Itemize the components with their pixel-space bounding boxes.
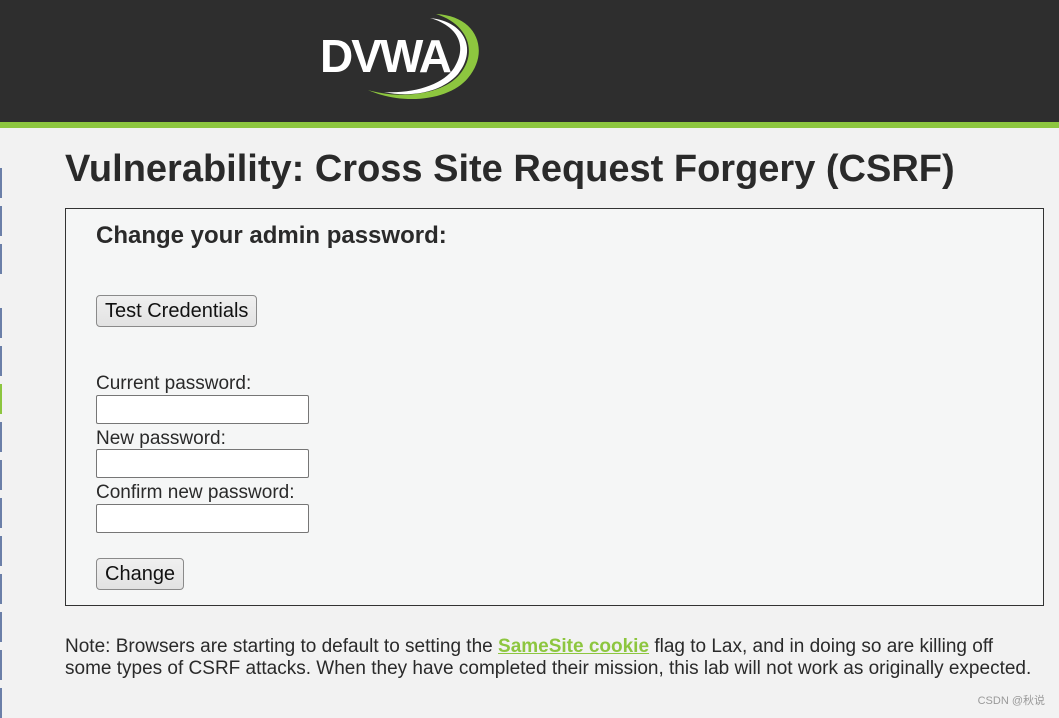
change-button[interactable]: Change <box>96 558 185 590</box>
test-credentials-button[interactable]: Test Credentials <box>96 295 258 327</box>
sidebar-tick <box>0 498 2 528</box>
form-heading: Change your admin password: <box>96 222 447 249</box>
sidebar-tick <box>0 536 2 566</box>
page-title: Vulnerability: Cross Site Request Forger… <box>65 148 955 190</box>
sidebar-tick <box>0 422 2 452</box>
page-header: DVWA <box>0 0 1059 128</box>
dvwa-logo-graphic: DVWA <box>320 14 479 100</box>
new-password-label: New password: <box>96 428 226 449</box>
dvwa-logo: DVWA <box>318 12 480 106</box>
current-password-label: Current password: <box>96 373 252 394</box>
sidebar-tick <box>0 168 2 198</box>
sidebar-tick <box>0 612 2 642</box>
sidebar-tick <box>0 688 2 718</box>
samesite-note: Note: Browsers are starting to default t… <box>65 636 1035 680</box>
sidebar-tick <box>0 346 2 376</box>
sidebar-tick <box>0 460 2 490</box>
csrf-form-panel: Change your admin password: Test Credent… <box>65 208 1044 606</box>
logo-text: DVWA <box>320 30 451 82</box>
confirm-password-field[interactable] <box>96 504 309 533</box>
sidebar-tick <box>0 650 2 680</box>
samesite-cookie-link[interactable]: SameSite cookie <box>498 636 649 657</box>
sidebar-tick <box>0 206 2 236</box>
current-password-field[interactable] <box>96 395 309 424</box>
new-password-field[interactable] <box>96 449 309 478</box>
sidebar-edge <box>0 128 3 718</box>
confirm-password-label: Confirm new password: <box>96 482 295 503</box>
note-text-before: Note: Browsers are starting to default t… <box>65 636 499 657</box>
watermark: CSDN @秋说 <box>977 695 1045 707</box>
sidebar-tick <box>0 308 2 338</box>
sidebar-tick-active <box>0 384 2 414</box>
sidebar-tick <box>0 244 2 274</box>
sidebar-tick <box>0 574 2 604</box>
